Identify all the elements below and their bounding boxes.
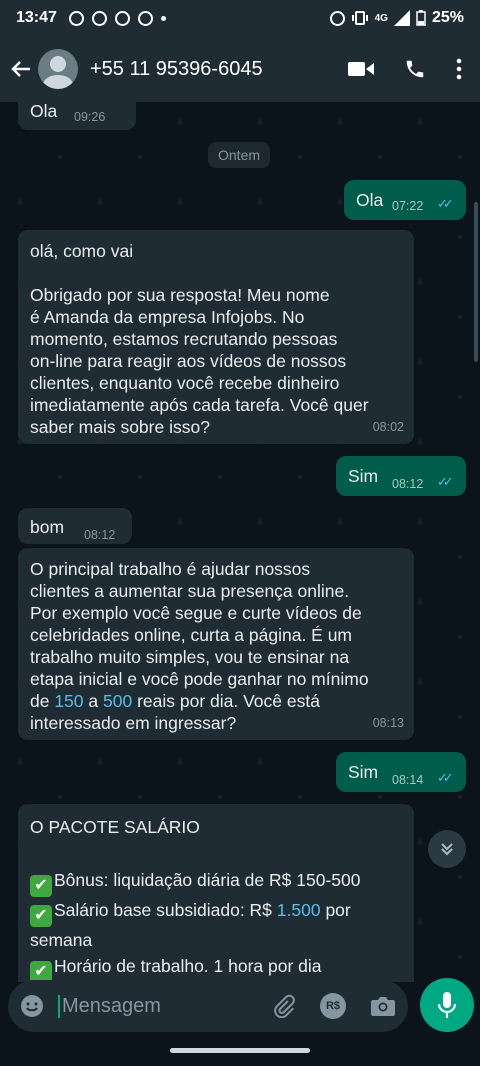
list-item: ✔ Bônus: liquidação diária de R$ 150-500 — [30, 867, 402, 897]
message-time: 08:14 — [392, 773, 424, 787]
status-bar: 13:47 4G 25% — [0, 0, 480, 36]
message-incoming[interactable]: Ola 09:26 — [18, 102, 136, 130]
message-title: O PACOTE SALÁRIO — [30, 817, 200, 837]
battery-level: 25% — [431, 9, 464, 26]
message-text: Ola — [356, 190, 384, 210]
check-mark-icon: ✔ — [30, 961, 52, 982]
message-text: O principal trabalho é ajudar nossos cli… — [30, 556, 402, 734]
voice-message-button[interactable] — [420, 978, 474, 1032]
check-mark-icon: ✔ — [30, 874, 52, 897]
more-options-icon[interactable] — [456, 58, 462, 80]
network-type: 4G — [374, 12, 388, 24]
message-text: Sim — [348, 762, 379, 782]
message-incoming[interactable]: O PACOTE SALÁRIO ✔ Bônus: liquidação diár… — [18, 804, 414, 982]
message-incoming[interactable]: olá, como vai Obrigado por sua resposta!… — [18, 230, 414, 444]
avatar[interactable] — [38, 49, 78, 89]
check-mark-icon: ✔ — [30, 904, 52, 927]
message-input-bar[interactable]: Mensagem R$ — [8, 980, 408, 1032]
message-incoming[interactable]: O principal trabalho é ajudar nossos cli… — [18, 548, 414, 740]
back-button[interactable] — [8, 56, 34, 82]
navigation-handle[interactable] — [170, 1048, 310, 1053]
notification-icon — [91, 10, 107, 26]
scroll-down-button[interactable] — [428, 830, 466, 868]
date-chip: Ontem — [208, 142, 271, 168]
signal-icon — [393, 10, 410, 26]
microphone-icon — [437, 992, 457, 1018]
voice-call-icon[interactable] — [404, 58, 426, 80]
list-item: ✔ Horário de trabalho. 1 hora por dia — [30, 953, 402, 982]
whatsapp-icon — [114, 10, 130, 26]
video-call-icon[interactable] — [348, 60, 374, 78]
attach-icon[interactable] — [274, 994, 296, 1018]
message-outgoing[interactable]: Sim 08:14 ✓✓ — [336, 752, 466, 792]
contact-name[interactable]: +55 11 95396-6045 — [90, 58, 348, 81]
read-ticks-icon: ✓✓ — [437, 770, 454, 785]
notification-icon — [68, 10, 84, 26]
message-text-part: a — [83, 691, 103, 711]
message-text: bom — [30, 517, 65, 537]
message-input[interactable]: Mensagem — [58, 994, 274, 1018]
message-time: 08:13 — [372, 716, 404, 730]
message-text-part: O principal trabalho é ajudar nossos cli… — [30, 559, 369, 711]
battery-icon — [416, 10, 426, 26]
back-arrow-icon — [11, 61, 30, 77]
read-ticks-icon: ✓✓ — [437, 474, 454, 489]
list-item: ✔ Salário base subsidiado: R$ 1.500 por s… — [30, 897, 402, 954]
double-chevron-down-icon — [441, 843, 453, 856]
payment-icon[interactable]: R$ — [320, 993, 346, 1019]
notification-icons — [68, 10, 166, 26]
number-link[interactable]: 1.500 — [277, 900, 321, 920]
more-notifications-icon — [160, 15, 166, 21]
message-time: 09:26 — [74, 110, 106, 124]
list-item-text: Bônus: liquidação diária de R$ 150-500 — [54, 869, 361, 890]
number-link[interactable]: 150 — [54, 691, 83, 711]
message-outgoing[interactable]: Ola 07:22 ✓✓ — [344, 180, 466, 220]
message-outgoing[interactable]: Sim 08:12 ✓✓ — [336, 456, 466, 496]
message-time: 07:22 — [392, 199, 424, 213]
message-text: Sim — [348, 466, 379, 486]
status-time: 13:47 — [16, 9, 57, 26]
emoji-icon[interactable] — [20, 994, 44, 1018]
notification-icon — [137, 10, 153, 26]
list-item-text: Horário de trabalho. 1 hora por dia — [54, 956, 322, 976]
chat-header: +55 11 95396-6045 — [0, 36, 480, 102]
message-text: Ola — [30, 102, 58, 121]
message-text: olá, como vai Obrigado por sua resposta!… — [30, 241, 369, 437]
message-incoming[interactable]: bom 08:12 — [18, 508, 132, 544]
chat-area[interactable]: Ola 09:26 Ontem Ola 07:22 ✓✓ olá, como v… — [0, 102, 480, 982]
message-time: 08:12 — [392, 477, 424, 491]
scrollbar[interactable] — [474, 202, 478, 362]
number-link[interactable]: 500 — [103, 691, 132, 711]
read-ticks-icon: ✓✓ — [437, 196, 454, 211]
vibrate-icon — [351, 11, 368, 25]
message-time: 08:12 — [84, 528, 116, 542]
message-time: 08:02 — [372, 420, 404, 434]
alarm-icon — [329, 10, 345, 26]
list-item-text: Salário base subsidiado: R$ — [54, 899, 277, 920]
camera-icon[interactable] — [370, 995, 396, 1017]
